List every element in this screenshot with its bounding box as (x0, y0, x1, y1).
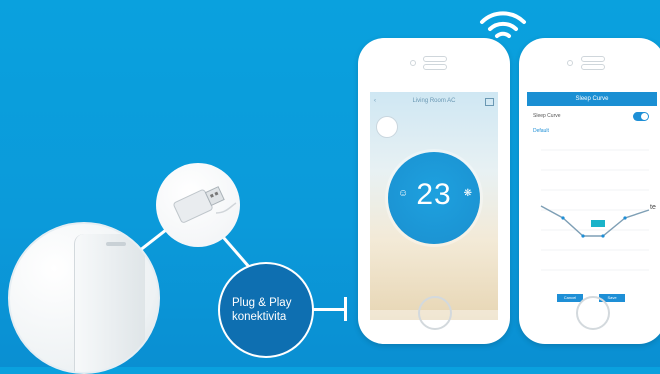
plug-and-play-callout: Plug & Play konektivita (218, 262, 314, 358)
screen-header: Sleep Curve (527, 92, 657, 106)
speaker-grille (423, 64, 447, 70)
home-button-icon[interactable] (576, 296, 610, 330)
connector-line (312, 308, 346, 311)
speaker-grille (581, 64, 605, 70)
option-label: Default (533, 128, 549, 134)
speaker-grille (423, 56, 447, 62)
sleep-curve-graph[interactable] (533, 140, 651, 290)
setting-label: Sleep Curve (533, 113, 561, 119)
callout-line2: konektivita (232, 311, 287, 323)
camera-dot (567, 60, 573, 66)
temperature-dial[interactable]: 23 ☺ ❋ (388, 152, 480, 244)
screen-title: Living Room AC (412, 98, 456, 104)
speaker-grille (581, 56, 605, 62)
power-icon[interactable] (376, 116, 398, 138)
air-conditioner-icon (8, 222, 160, 374)
usb-dongle-icon (156, 163, 240, 247)
fan-icon[interactable]: ❋ (464, 188, 472, 199)
phone-ac-control: ‹ Living Room AC 23 ☺ ❋ (358, 38, 510, 344)
phone-sleep-curve: Sleep Curve Sleep Curve Default Cancel S… (519, 38, 660, 344)
sleep-curve-toggle[interactable] (633, 112, 649, 121)
screen-title: Sleep Curve (575, 96, 609, 102)
mode-icon[interactable]: ☺ (398, 188, 408, 199)
app-screen: ‹ Living Room AC 23 ☺ ❋ (370, 92, 498, 320)
connector-end (344, 297, 347, 321)
cancel-button[interactable]: Cancel (557, 294, 583, 302)
menu-icon[interactable] (485, 98, 494, 106)
wifi-icon (480, 11, 526, 38)
home-button-icon[interactable] (418, 296, 452, 330)
app-screen: Sleep Curve Sleep Curve Default Cancel S… (527, 92, 657, 320)
side-text: te (650, 204, 656, 211)
callout-line1: Plug & Play (232, 297, 292, 309)
camera-dot (410, 60, 416, 66)
